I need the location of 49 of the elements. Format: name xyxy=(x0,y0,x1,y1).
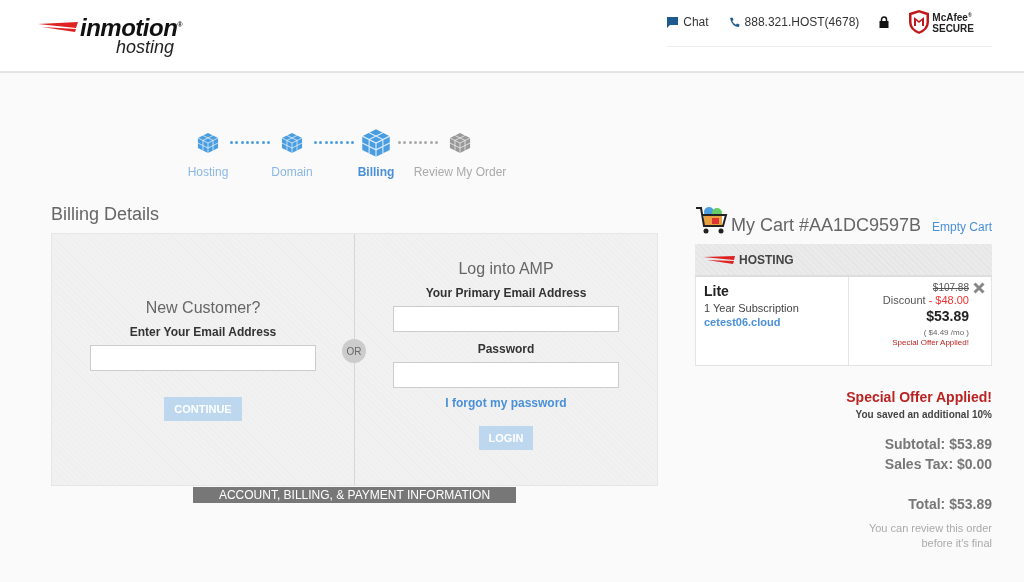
section-title: Billing Details xyxy=(51,204,161,225)
subtotal-text: Subtotal: $53.89 xyxy=(884,436,992,452)
cube-icon xyxy=(361,128,391,158)
step-label[interactable]: Review My Order xyxy=(413,165,507,179)
badge-text: SECURE xyxy=(932,23,974,35)
original-price: $107.88 xyxy=(932,282,969,293)
cube-icon xyxy=(449,132,471,154)
dotted-connector xyxy=(314,141,354,144)
monthly-price: ( $4.49 /mo ) xyxy=(923,328,969,337)
panel-heading: New Customer? xyxy=(145,298,261,317)
review-note: You can review this order before it's final xyxy=(867,521,992,551)
email-field[interactable] xyxy=(90,344,316,371)
offer-heading: Special Offer Applied! xyxy=(846,389,992,405)
step-label[interactable]: Domain xyxy=(271,165,313,179)
panel-heading: Log into AMP xyxy=(458,260,554,278)
chat-link[interactable]: Chat xyxy=(683,15,709,30)
empty-cart-link[interactable]: Empty Cart xyxy=(932,220,992,234)
section-label: HOSTING xyxy=(739,252,794,267)
forgot-password-link[interactable]: I forgot my password xyxy=(445,396,567,410)
domain-link[interactable]: cetest06.cloud xyxy=(704,316,840,328)
phone-icon xyxy=(728,16,740,28)
total-text: Total: $53.89 xyxy=(908,496,992,512)
phone-number[interactable]: 888.321.HOST(4678) xyxy=(744,15,860,30)
shopping-cart-icon xyxy=(695,204,729,236)
lock-icon xyxy=(879,16,890,29)
cart-title: My Cart #AA1DC9597B xyxy=(731,215,922,236)
tax-text: Sales Tax: $0.00 xyxy=(884,456,992,472)
field-label: Your Primary Email Address xyxy=(425,286,587,300)
field-label: Password xyxy=(477,342,535,356)
field-label: Enter Your Email Address xyxy=(129,324,277,339)
email-field[interactable] xyxy=(393,306,619,332)
plan-term: 1 Year Subscription xyxy=(704,302,800,314)
offer-note: Special Offer Applied! xyxy=(892,338,969,347)
cube-icon xyxy=(281,132,303,154)
close-icon[interactable] xyxy=(973,282,985,294)
item-price: $53.89 xyxy=(926,308,969,324)
dotted-connector xyxy=(230,141,270,144)
discount-text: Discount - $48.00 xyxy=(882,294,969,306)
shield-icon xyxy=(909,10,930,35)
badge-brand: McAfee$^{®}$ xyxy=(932,11,973,24)
dotted-connector xyxy=(398,141,438,144)
step-label[interactable]: Hosting xyxy=(187,165,229,179)
plan-name: Lite xyxy=(704,283,730,299)
chat-bubble-icon xyxy=(667,16,679,28)
or-badge: OR xyxy=(342,339,366,363)
step-label[interactable]: Billing xyxy=(357,165,395,179)
savings-text: You saved an additional 10% xyxy=(855,409,992,420)
cube-icon xyxy=(197,132,219,154)
password-field[interactable] xyxy=(393,362,619,388)
